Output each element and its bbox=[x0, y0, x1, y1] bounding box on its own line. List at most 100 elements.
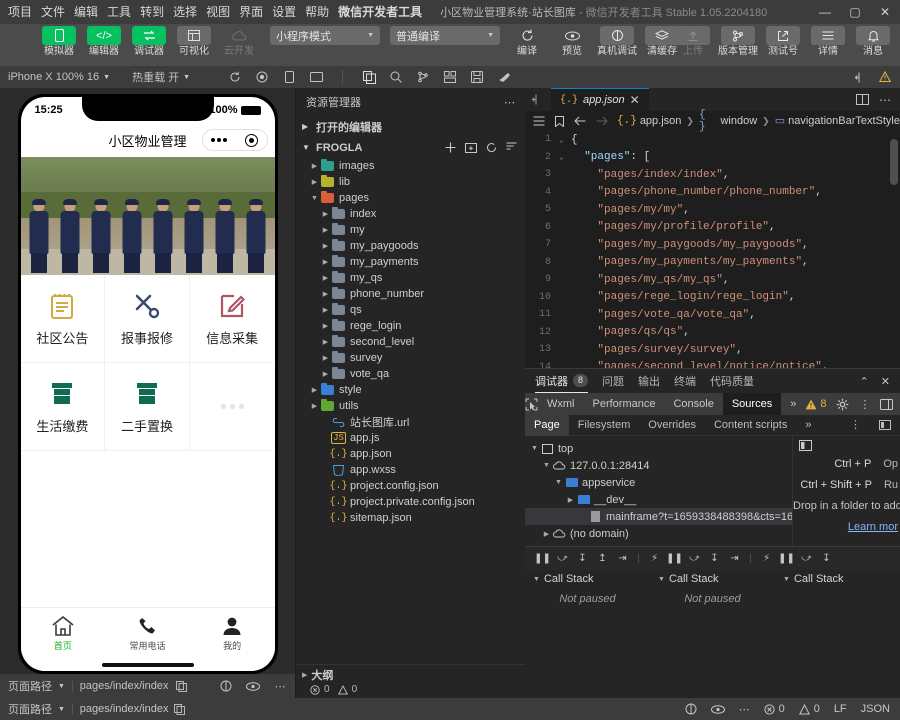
device-selector[interactable]: iPhone X 100% 16 ▼ bbox=[0, 71, 118, 83]
split-editor-icon[interactable] bbox=[856, 94, 869, 105]
callstack-section[interactable]: ▼ Call Stack bbox=[650, 570, 775, 588]
branch-icon[interactable] bbox=[416, 70, 430, 84]
outline-header[interactable]: ▶ 大纲 bbox=[296, 665, 525, 684]
editor-toggle-button[interactable]: </> 编辑器 bbox=[83, 26, 125, 57]
status-path-label[interactable]: 页面路径 bbox=[8, 701, 52, 717]
sources-tree-row[interactable]: ▼127.0.0.1:28414 bbox=[525, 457, 792, 474]
menu-item-view[interactable]: 视图 bbox=[206, 0, 230, 24]
visualization-toggle-button[interactable]: 可视化 bbox=[173, 26, 215, 57]
refresh-icon[interactable] bbox=[486, 142, 497, 153]
split-editor-icon[interactable] bbox=[854, 70, 868, 84]
file-tree-row[interactable]: ▶my_paygoods bbox=[296, 238, 525, 254]
sources-subtab-overflow[interactable]: » bbox=[796, 415, 820, 436]
file-tree-row[interactable]: app.wxss bbox=[296, 462, 525, 478]
details-button[interactable]: 详情 bbox=[807, 26, 849, 57]
menu-item-interface[interactable]: 界面 bbox=[239, 0, 263, 24]
file-tree-row[interactable]: JSapp.js bbox=[296, 430, 525, 446]
deactivate-breakpoints-icon[interactable]: ⚡ bbox=[646, 550, 663, 567]
file-tree-row[interactable]: ▶index bbox=[296, 206, 525, 222]
sources-tree-row[interactable]: ▼appservice bbox=[525, 474, 792, 491]
grid-icon[interactable] bbox=[443, 70, 457, 84]
file-tree-row[interactable]: {.}sitemap.json bbox=[296, 510, 525, 526]
search-icon[interactable] bbox=[389, 70, 403, 84]
menu-item-tools[interactable]: 工具 bbox=[107, 0, 131, 24]
new-file-icon[interactable] bbox=[445, 142, 456, 153]
navigator-toggle-icon[interactable] bbox=[799, 440, 812, 451]
sources-subtab-overrides[interactable]: Overrides bbox=[639, 415, 705, 436]
copy-path-icon[interactable] bbox=[174, 679, 188, 693]
sidebar-toggle-icon[interactable] bbox=[870, 420, 900, 430]
file-tree-row[interactable]: ▶phone_number bbox=[296, 286, 525, 302]
file-tree-row[interactable]: ▶my_payments bbox=[296, 254, 525, 270]
device-debug-icon[interactable] bbox=[685, 703, 697, 715]
file-tree-row[interactable]: ▶qs bbox=[296, 302, 525, 318]
devtools-tab-wxml[interactable]: Wxml bbox=[538, 393, 584, 415]
status-warning-group[interactable]: 0 bbox=[799, 703, 820, 715]
debugger-tab-terminal[interactable]: 终端 bbox=[674, 373, 696, 389]
file-tree-row[interactable]: {.}project.config.json bbox=[296, 478, 525, 494]
step-into-icon[interactable]: ↧ bbox=[706, 550, 723, 567]
debugger-tab-debugger[interactable]: 调试器 8 bbox=[535, 369, 588, 393]
status-language[interactable]: JSON bbox=[861, 703, 890, 715]
save-icon[interactable] bbox=[470, 70, 484, 84]
editor-scrollbar[interactable] bbox=[890, 139, 898, 185]
back-arrow-icon[interactable] bbox=[574, 116, 586, 126]
devtools-tab-performance[interactable]: Performance bbox=[584, 393, 665, 415]
preview-button[interactable]: 预览 bbox=[551, 26, 593, 57]
menu-item-settings[interactable]: 设置 bbox=[272, 0, 296, 24]
step-out-icon[interactable]: ↥ bbox=[594, 550, 611, 567]
code-line[interactable]: 7 "pages/my_paygoods/my_paygoods", bbox=[525, 236, 900, 254]
tab-phone[interactable]: 常用电话 bbox=[105, 608, 190, 659]
step-over-icon[interactable]: ⤻ bbox=[798, 550, 815, 567]
debugger-tab-codequality[interactable]: 代码质量 bbox=[710, 373, 754, 389]
pause-icon[interactable]: ❚❚ bbox=[778, 550, 795, 567]
file-tree-row[interactable]: 站长图库.url bbox=[296, 414, 525, 430]
breadcrumb-item-file[interactable]: {.} app.json bbox=[617, 115, 681, 127]
code-line[interactable]: 2⌄ "pages": [ bbox=[525, 149, 900, 167]
code-line[interactable]: 9 "pages/my_qs/my_qs", bbox=[525, 271, 900, 289]
copy-path-icon[interactable] bbox=[174, 704, 185, 715]
outline-list-icon[interactable] bbox=[533, 116, 545, 126]
more-icon[interactable]: ⋯ bbox=[739, 703, 750, 716]
pause-icon[interactable]: ❚❚ bbox=[534, 550, 551, 567]
close-target-icon[interactable] bbox=[245, 134, 258, 147]
eye-icon[interactable] bbox=[711, 705, 725, 714]
file-tree-row[interactable]: ▶style bbox=[296, 382, 525, 398]
code-line[interactable]: 1⌄{ bbox=[525, 131, 900, 149]
debugger-tab-problems[interactable]: 问题 bbox=[602, 373, 624, 389]
maximize-button[interactable]: ▢ bbox=[840, 0, 870, 24]
code-line[interactable]: 3 "pages/index/index", bbox=[525, 166, 900, 184]
status-error-group[interactable]: 0 bbox=[764, 703, 785, 715]
file-tree-row[interactable]: ▶my_qs bbox=[296, 270, 525, 286]
sources-tree-row[interactable]: ▶(no domain) bbox=[525, 525, 792, 542]
file-tree-row[interactable]: ▶rege_login bbox=[296, 318, 525, 334]
hot-reload-selector[interactable]: 热重载 开 ▼ bbox=[118, 69, 198, 85]
eye-icon[interactable] bbox=[246, 679, 260, 693]
mode-select[interactable]: 小程序模式 ▼ bbox=[270, 26, 380, 45]
open-editors-section[interactable]: ▶ 打开的编辑器 bbox=[296, 116, 525, 137]
code-line[interactable]: 6 "pages/my/profile/profile", bbox=[525, 219, 900, 237]
fold-chevron-icon[interactable]: ⌄ bbox=[559, 135, 571, 145]
menu-cell-exchange[interactable]: 二手置换 bbox=[105, 363, 190, 451]
menu-item-goto[interactable]: 转到 bbox=[140, 0, 164, 24]
menu-cell-collect[interactable]: 信息采集 bbox=[190, 275, 275, 363]
tabstrip-gutter-icon[interactable] bbox=[525, 88, 551, 111]
cloud-dev-button[interactable]: 云开发 bbox=[218, 26, 260, 57]
fold-chevron-icon[interactable]: ⌄ bbox=[559, 152, 571, 162]
callstack-section[interactable]: ▼ Call Stack bbox=[775, 570, 900, 588]
compile-select[interactable]: 普通编译 ▼ bbox=[390, 26, 500, 45]
menu-item-help[interactable]: 帮助 bbox=[305, 0, 329, 24]
code-line[interactable]: 8 "pages/my_payments/my_payments", bbox=[525, 254, 900, 272]
project-root-section[interactable]: ▼ FROGLA bbox=[296, 137, 525, 158]
mobile-icon[interactable] bbox=[282, 70, 296, 84]
phone-screen[interactable]: 15:25 100% 小区物业管理 bbox=[21, 97, 275, 671]
more-icon[interactable]: ⋯ bbox=[879, 93, 891, 107]
file-tree-row[interactable]: {.}app.json bbox=[296, 446, 525, 462]
sources-tree-row[interactable]: ▶__dev__ bbox=[525, 491, 792, 508]
pause-icon[interactable]: ❚❚ bbox=[666, 550, 683, 567]
file-tree-row[interactable]: ▶utils bbox=[296, 398, 525, 414]
file-tree-row[interactable]: ▼pages bbox=[296, 190, 525, 206]
more-icon[interactable]: ⋯ bbox=[273, 679, 287, 693]
code-line[interactable]: 14 "pages/second_level/notice/notice", bbox=[525, 359, 900, 369]
close-icon[interactable]: ✕ bbox=[630, 93, 640, 107]
